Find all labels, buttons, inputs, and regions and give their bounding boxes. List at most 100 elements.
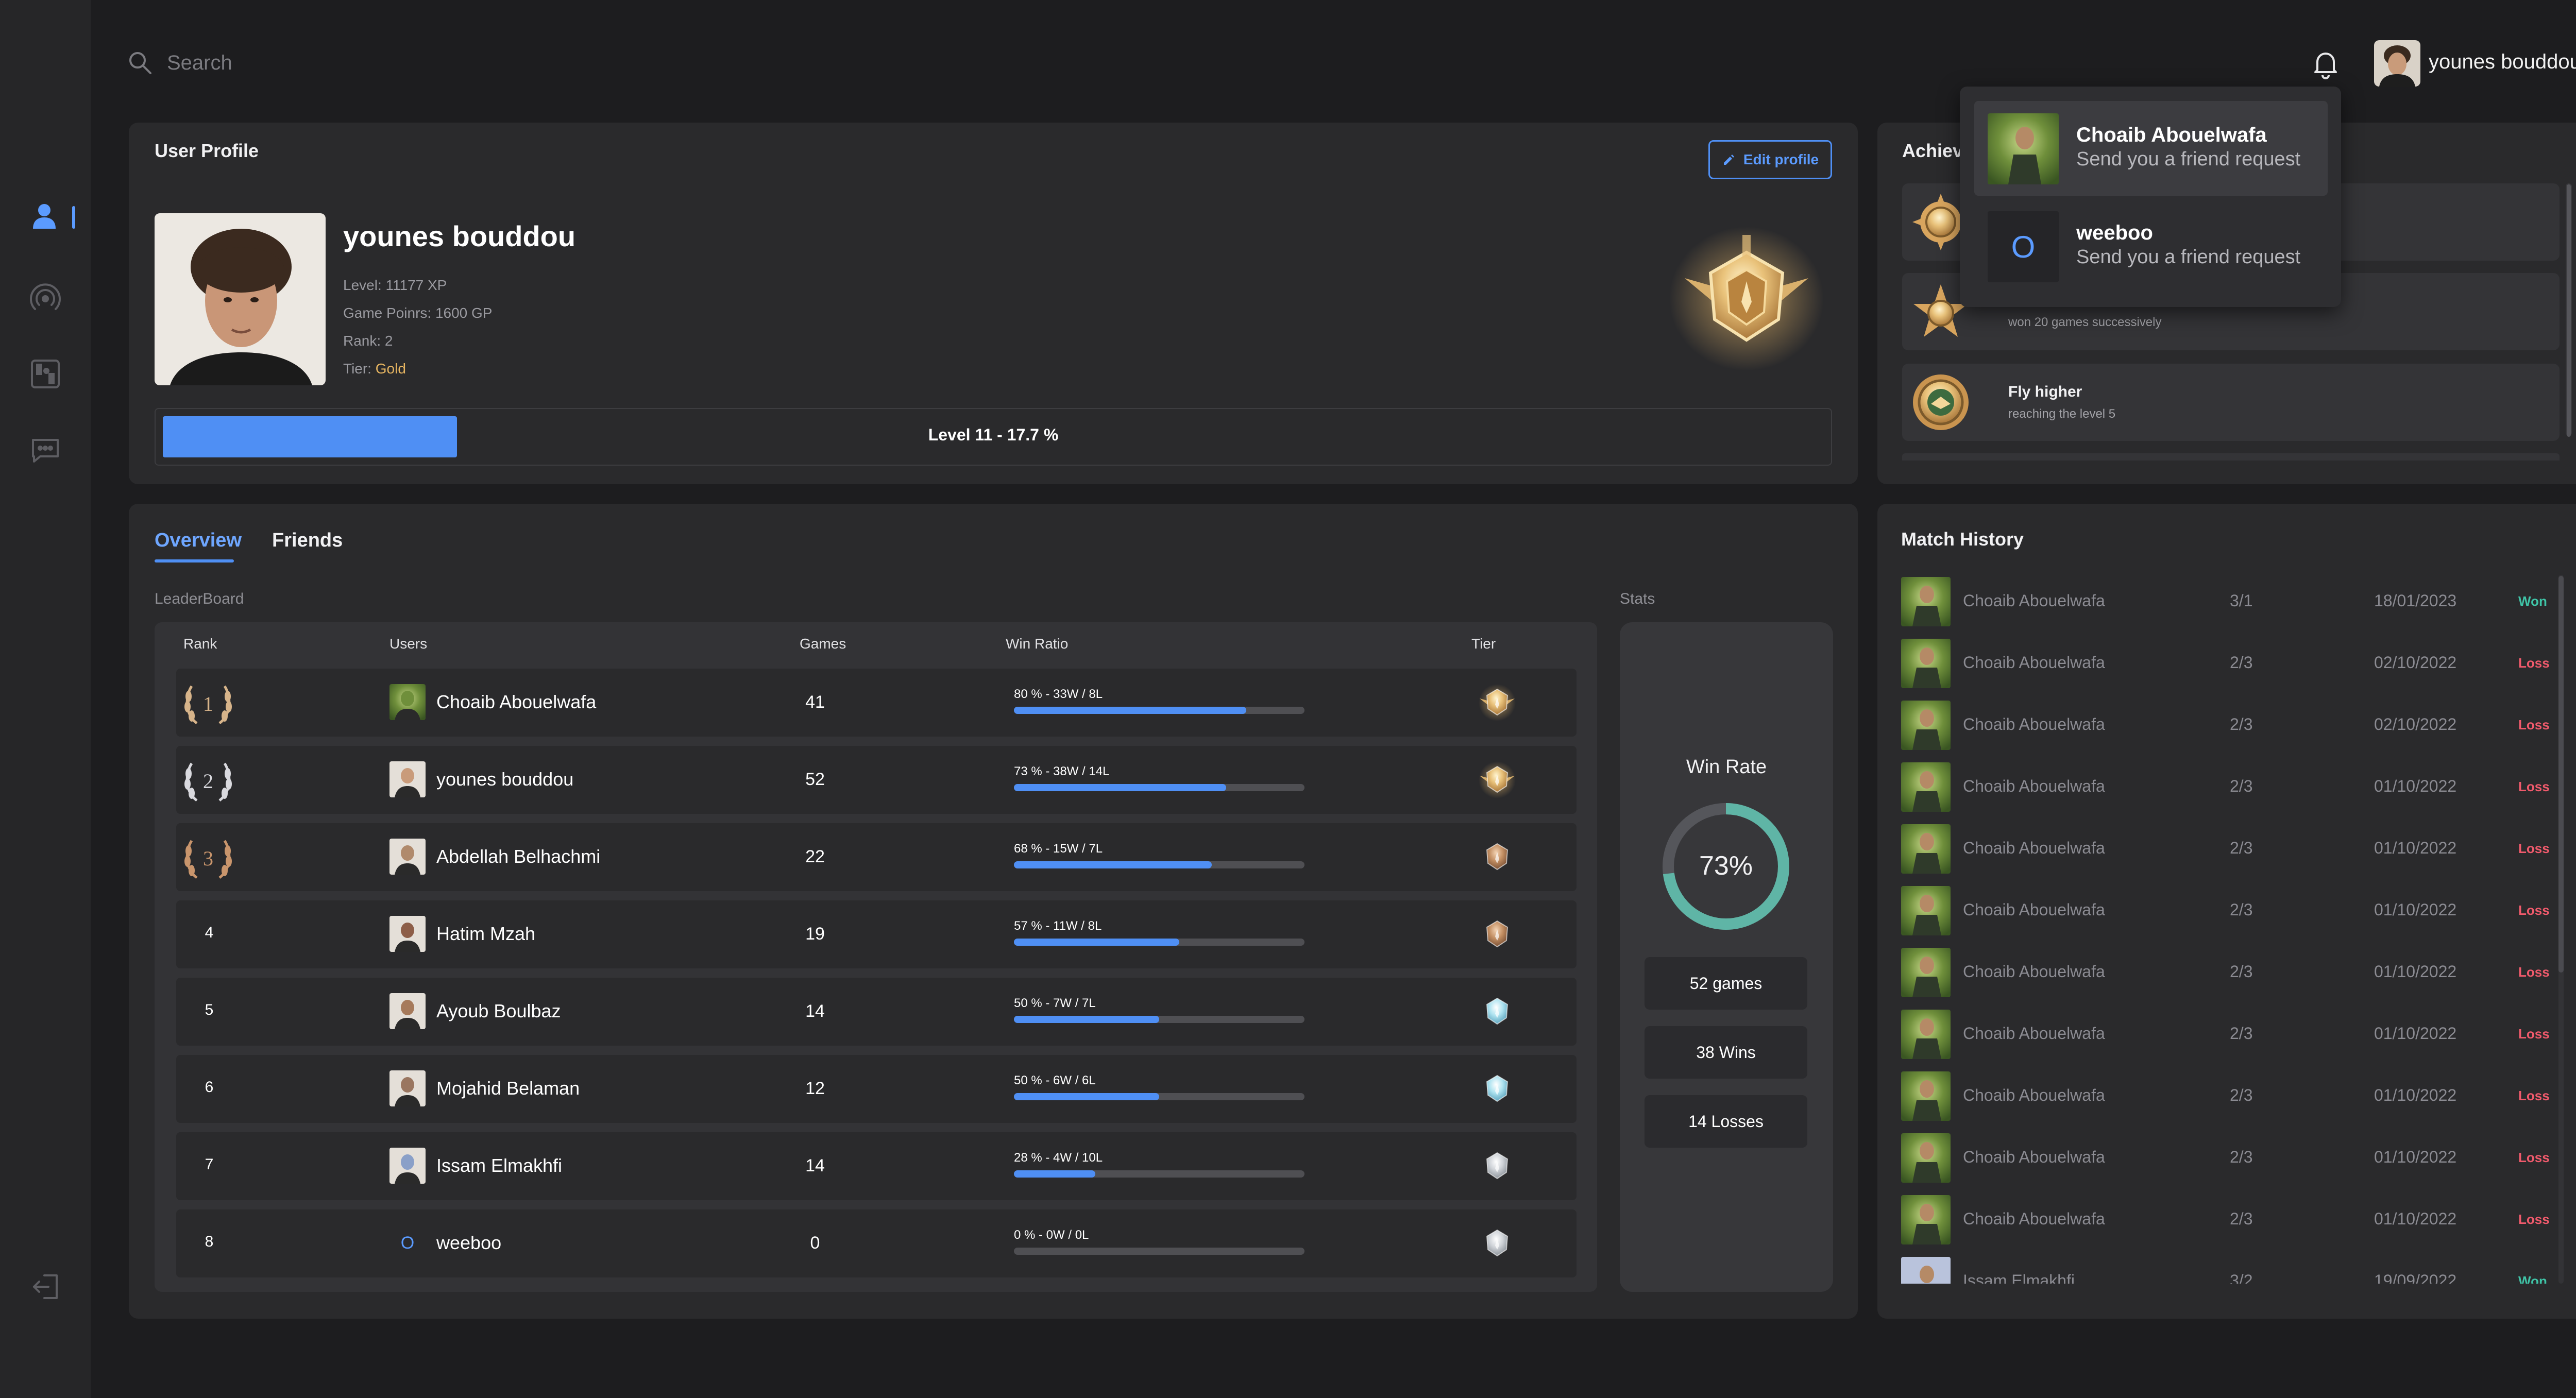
stat-games: 52 games bbox=[1645, 957, 1807, 1010]
match-date: 19/09/2022 bbox=[2374, 1271, 2457, 1284]
match-row[interactable]: Choaib Abouelwafa 2/3 01/10/2022 Loss bbox=[1901, 947, 2555, 998]
match-history-list[interactable]: Choaib Abouelwafa 3/1 18/01/2023 Won Cho… bbox=[1901, 575, 2566, 1284]
games-count: 0 bbox=[810, 1233, 820, 1253]
match-opponent-name: Issam Elmakhfi bbox=[1963, 1271, 2075, 1284]
achievement-item-partial bbox=[1902, 453, 2560, 461]
match-row[interactable]: Choaib Abouelwafa 2/3 01/10/2022 Loss bbox=[1901, 1194, 2555, 1246]
win-ratio-text: 28 % - 4W / 10L bbox=[1014, 1151, 1103, 1165]
tab-friends[interactable]: Friends bbox=[272, 530, 343, 552]
user-name[interactable]: younes bouddou bbox=[436, 769, 573, 790]
win-ratio-text: 68 % - 15W / 7L bbox=[1014, 842, 1103, 856]
rank-number: 3 bbox=[203, 847, 213, 870]
profile-card-title: User Profile bbox=[155, 140, 259, 161]
match-result: Loss bbox=[2518, 1026, 2550, 1042]
match-row[interactable]: Choaib Abouelwafa 2/3 02/10/2022 Loss bbox=[1901, 700, 2555, 751]
nav-username[interactable]: younes bouddou bbox=[2429, 50, 2576, 74]
search-icon bbox=[127, 49, 154, 76]
win-rate-donut: 73% bbox=[1663, 803, 1789, 930]
tab-overview[interactable]: Overview bbox=[155, 530, 242, 552]
header-games: Games bbox=[800, 636, 846, 652]
stats-label: Stats bbox=[1620, 590, 1655, 607]
match-opponent-avatar bbox=[1901, 1071, 1951, 1121]
diamond-tier-icon bbox=[1486, 1075, 1509, 1102]
silver-tier-icon bbox=[1486, 1152, 1509, 1180]
game-board-icon[interactable] bbox=[29, 357, 62, 390]
leaderboard-row[interactable]: 3 Abdellah Belhachmi 22 68 % - 15W / 7L bbox=[176, 823, 1577, 891]
win-ratio-text: 57 % - 11W / 8L bbox=[1014, 919, 1102, 933]
user-avatar bbox=[389, 916, 426, 952]
match-history-title: Match History bbox=[1901, 528, 2024, 550]
leaderboard-row[interactable]: 7 Issam Elmakhfi 14 28 % - 4W / 10L bbox=[176, 1132, 1577, 1200]
notification-item[interactable]: Choaib Abouelwafa Send you a friend requ… bbox=[1974, 101, 2328, 196]
user-name[interactable]: Hatim Mzah bbox=[436, 923, 535, 945]
match-row[interactable]: Choaib Abouelwafa 2/3 01/10/2022 Loss bbox=[1901, 1070, 2555, 1122]
avatar[interactable] bbox=[2374, 40, 2420, 87]
match-opponent-avatar bbox=[1901, 639, 1951, 688]
search-input[interactable] bbox=[166, 47, 630, 78]
win-ratio-fill bbox=[1014, 939, 1180, 946]
games-count: 19 bbox=[805, 924, 825, 944]
match-opponent-name: Choaib Abouelwafa bbox=[1963, 1086, 2105, 1104]
leaderboard-row[interactable]: 1 Choaib Abouelwafa 41 80 % - 33W / 8L bbox=[176, 669, 1577, 737]
user-name[interactable]: Mojahid Belaman bbox=[436, 1078, 580, 1099]
win-rate-title: Win Rate bbox=[1686, 756, 1767, 778]
match-row[interactable]: Choaib Abouelwafa 2/3 01/10/2022 Loss bbox=[1901, 761, 2555, 813]
edit-profile-button[interactable]: Edit profile bbox=[1708, 140, 1832, 179]
match-row[interactable]: Choaib Abouelwafa 2/3 01/10/2022 Loss bbox=[1901, 885, 2555, 936]
match-result: Loss bbox=[2518, 841, 2550, 856]
user-name[interactable]: weeboo bbox=[436, 1232, 501, 1254]
user-avatar bbox=[389, 1070, 426, 1106]
leaderboard-row[interactable]: 4 Hatim Mzah 19 57 % - 11W / 8L bbox=[176, 900, 1577, 968]
match-row[interactable]: Choaib Abouelwafa 2/3 01/10/2022 Loss bbox=[1901, 823, 2555, 875]
match-opponent-name: Choaib Abouelwafa bbox=[1963, 653, 2105, 672]
user-avatar bbox=[389, 1148, 426, 1184]
match-result: Loss bbox=[2518, 1088, 2550, 1103]
notification-bell-icon[interactable] bbox=[2310, 47, 2341, 80]
live-game-icon[interactable] bbox=[29, 281, 62, 314]
match-history-scroll-thumb[interactable] bbox=[2558, 576, 2564, 973]
match-opponent-avatar bbox=[1901, 1010, 1951, 1059]
wings-medal-icon bbox=[1913, 374, 1969, 430]
match-opponent-avatar bbox=[1901, 824, 1951, 874]
match-opponent-name: Choaib Abouelwafa bbox=[1963, 715, 2105, 734]
match-row[interactable]: Choaib Abouelwafa 2/3 01/10/2022 Loss bbox=[1901, 1132, 2555, 1184]
laurel-rank-icon: 3 bbox=[184, 840, 232, 879]
match-row[interactable]: Choaib Abouelwafa 3/1 18/01/2023 Won bbox=[1901, 576, 2555, 627]
leaderboard-row[interactable]: 2 younes bouddou 52 73 % - 38W / 14L bbox=[176, 746, 1577, 814]
win-ratio-fill bbox=[1014, 1170, 1095, 1178]
win-ratio-track bbox=[1014, 1248, 1304, 1255]
chat-icon[interactable] bbox=[29, 434, 62, 467]
achievements-scroll-thumb[interactable] bbox=[2567, 184, 2571, 437]
achievements-title: Achiev bbox=[1902, 140, 1963, 161]
profile-rank: Rank: 2 bbox=[343, 333, 393, 349]
active-indicator bbox=[72, 206, 75, 229]
win-ratio-track bbox=[1014, 707, 1304, 714]
laurel-rank-icon: 2 bbox=[184, 762, 232, 802]
match-opponent-name: Choaib Abouelwafa bbox=[1963, 839, 2105, 857]
match-result: Loss bbox=[2518, 902, 2550, 918]
leaderboard-row[interactable]: 8 Oweeboo 0 0 % - 0W / 0L bbox=[176, 1209, 1577, 1277]
logout-icon[interactable] bbox=[29, 1270, 62, 1303]
win-rate-value: 73% bbox=[1699, 851, 1753, 881]
leaderboard-label: LeaderBoard bbox=[155, 590, 244, 607]
user-name[interactable]: Abdellah Belhachmi bbox=[436, 846, 600, 867]
match-opponent-name: Choaib Abouelwafa bbox=[1963, 900, 2105, 919]
match-score: 2/3 bbox=[2230, 1148, 2253, 1166]
match-row[interactable]: Choaib Abouelwafa 2/3 01/10/2022 Loss bbox=[1901, 1009, 2555, 1060]
user-name[interactable]: Choaib Abouelwafa bbox=[436, 691, 596, 713]
rank-number: 2 bbox=[203, 770, 213, 793]
user-name[interactable]: Ayoub Boulbaz bbox=[436, 1000, 561, 1022]
header-rank: Rank bbox=[183, 636, 217, 652]
user-name[interactable]: Issam Elmakhfi bbox=[436, 1155, 562, 1177]
match-row[interactable]: Issam Elmakhfi 3/2 19/09/2022 Won bbox=[1901, 1256, 2555, 1284]
match-score: 2/3 bbox=[2230, 1024, 2253, 1043]
user-profile-icon[interactable] bbox=[29, 200, 62, 233]
leaderboard-row[interactable]: 5 Ayoub Boulbaz 14 50 % - 7W / 7L bbox=[176, 978, 1577, 1046]
profile-name: younes bouddou bbox=[343, 220, 576, 252]
notification-item[interactable]: O weeboo Send you a friend request bbox=[1974, 199, 2328, 294]
leaderboard-row[interactable]: 6 Mojahid Belaman 12 50 % - 6W / 6L bbox=[176, 1055, 1577, 1123]
notification-avatar bbox=[1988, 113, 2059, 184]
match-row[interactable]: Choaib Abouelwafa 2/3 02/10/2022 Loss bbox=[1901, 638, 2555, 689]
win-ratio-fill bbox=[1014, 861, 1212, 868]
profile-photo bbox=[155, 213, 326, 385]
